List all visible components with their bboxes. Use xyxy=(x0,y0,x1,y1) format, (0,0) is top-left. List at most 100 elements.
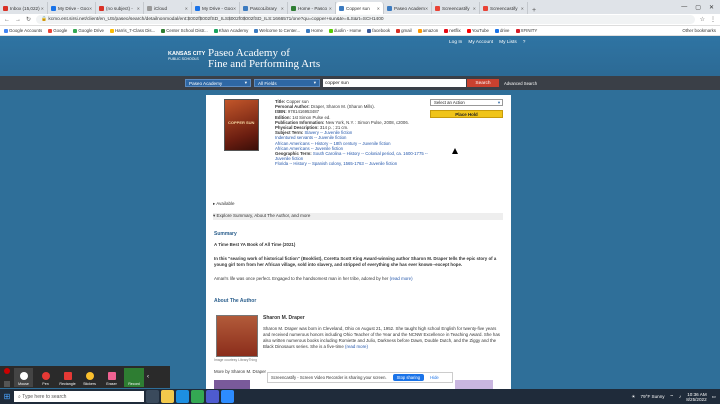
pause-icon[interactable] xyxy=(4,380,10,387)
tab-close-icon[interactable]: ✕ xyxy=(473,6,476,11)
search-button[interactable]: Search xyxy=(467,79,499,87)
tab-close-icon[interactable]: ✕ xyxy=(41,6,44,11)
hide-button[interactable]: Hide xyxy=(430,375,439,380)
log-in-link[interactable]: Log In xyxy=(449,40,462,45)
eraser-tool[interactable]: Eraser xyxy=(102,368,121,387)
file-explorer-icon[interactable] xyxy=(161,390,174,403)
mouse-tool[interactable]: Mouse xyxy=(14,367,33,387)
other-bookmarks[interactable]: Other bookmarks xyxy=(682,28,716,33)
collapse-icon[interactable]: ‹ xyxy=(147,374,149,380)
field-select[interactable]: All Fields ▾ xyxy=(254,79,320,87)
bookmark-item[interactable]: Khan Academy xyxy=(213,28,248,33)
library-select[interactable]: Paseo Academy ▾ xyxy=(185,79,251,87)
browser-tab[interactable]: iCloud ✕ xyxy=(144,2,192,14)
pen-tool[interactable]: Pen xyxy=(36,368,55,387)
stop-sharing-button[interactable]: Stop sharing xyxy=(392,374,425,381)
browser-tab[interactable]: Home - Pasco ✕ xyxy=(288,2,336,14)
tab-close-icon[interactable]: ✕ xyxy=(425,6,428,11)
search-input[interactable]: copper sun xyxy=(323,79,466,87)
tab-close-icon[interactable]: ✕ xyxy=(329,6,332,11)
bookmark-item[interactable]: Google Drive xyxy=(73,28,104,33)
browser-tab[interactable]: PascoLibrary ✕ xyxy=(240,2,288,14)
bookmark-item[interactable]: Welcome to Center... xyxy=(254,28,300,33)
windows-start-icon[interactable]: ⊞ xyxy=(0,389,14,404)
reload-icon[interactable]: ↻ xyxy=(26,16,31,23)
browser-tab[interactable]: My Drive - Goo ✕ xyxy=(192,2,240,14)
bookmark-item[interactable]: netflix xyxy=(444,28,461,33)
bookmark-label: netflix xyxy=(449,28,461,33)
bookmark-item[interactable]: Home xyxy=(306,28,323,33)
browser-tab[interactable]: Screencastify ✕ xyxy=(432,2,480,14)
available-toggle[interactable]: ▸ Available xyxy=(213,201,234,207)
bookmark-item[interactable]: amazon xyxy=(417,28,438,33)
browser-tab[interactable]: Paseo Academ ✕ xyxy=(384,2,432,14)
browser-tab[interactable]: Copper sun ✕ xyxy=(336,2,384,14)
speaker-icon[interactable]: ♪ xyxy=(679,394,681,399)
bookmark-item[interactable]: Harris_7-Class Dis... xyxy=(110,28,155,33)
task-view-icon[interactable] xyxy=(146,390,159,403)
read-more-link[interactable]: (read more) xyxy=(390,276,413,281)
book-cover[interactable]: COPPER SUN xyxy=(224,99,259,151)
record-button[interactable]: Record xyxy=(124,367,144,387)
bookmark-item[interactable]: Google Accounts xyxy=(4,28,42,33)
edge-icon[interactable] xyxy=(176,390,189,403)
tab-close-icon[interactable]: ✕ xyxy=(281,6,284,11)
url-field[interactable]: 🔒 kcmo.ent.sirsi.net/client/en_US/paseo/… xyxy=(36,15,695,24)
star-icon[interactable]: ☆ xyxy=(700,16,705,23)
teams-icon[interactable] xyxy=(206,390,219,403)
tab-close-icon[interactable]: ✕ xyxy=(89,6,92,11)
my-lists-link[interactable]: My Lists xyxy=(499,40,517,45)
bookmark-label: Center School Distr... xyxy=(166,28,208,33)
bookmark-item[interactable]: YouTube xyxy=(466,28,489,33)
rectangle-tool[interactable]: Rectangle xyxy=(58,368,77,387)
tab-close-icon[interactable]: ✕ xyxy=(377,6,380,11)
bookmark-item[interactable]: duolin - Home xyxy=(328,28,361,33)
browser-tab[interactable]: My Drive - Goo ✕ xyxy=(48,2,96,14)
chrome-icon[interactable] xyxy=(191,390,204,403)
notifications-icon[interactable]: ▭ xyxy=(712,394,716,400)
mouse-cursor xyxy=(452,148,458,154)
explore-toggle[interactable]: ▾ Explore Summary, About The Author, and… xyxy=(213,213,503,220)
zoom-icon[interactable] xyxy=(221,390,234,403)
action-select[interactable]: Select an Action ▾ xyxy=(430,99,503,106)
close-icon[interactable]: ✕ xyxy=(709,4,714,11)
tab-close-icon[interactable]: ✕ xyxy=(233,6,236,11)
tab-close-icon[interactable]: ✕ xyxy=(137,6,140,11)
geo-link[interactable]: Florida -- History -- Spanish colony, 15… xyxy=(275,161,435,166)
tab-favicon-icon xyxy=(243,5,248,11)
stickers-tool[interactable]: Stickers xyxy=(80,368,99,387)
bookmark-item[interactable]: XFINITY xyxy=(515,28,537,33)
author-read-more-link[interactable]: (read more) xyxy=(345,344,368,349)
tab-close-icon[interactable]: ✕ xyxy=(521,6,524,11)
browser-tab[interactable]: Inbox (15,022) ✕ xyxy=(0,2,48,14)
clock[interactable]: 10:36 AM 8/25/2022 xyxy=(686,392,706,402)
bookmark-item[interactable]: gmail xyxy=(396,28,412,33)
help-icon[interactable]: ? xyxy=(523,40,526,45)
new-tab-button[interactable]: + xyxy=(528,7,540,14)
bookmark-item[interactable]: Google xyxy=(48,28,67,33)
maximize-icon[interactable]: ▢ xyxy=(695,4,701,11)
bookmark-item[interactable]: Center School Distr... xyxy=(161,28,208,33)
minimize-icon[interactable]: — xyxy=(681,4,687,10)
bookmark-label: Google Accounts xyxy=(9,28,43,33)
my-account-link[interactable]: My Account xyxy=(468,40,493,45)
weather-icon[interactable]: ☀ xyxy=(631,394,635,400)
forward-icon[interactable]: → xyxy=(15,17,21,23)
taskbar-search-placeholder: Type here to search xyxy=(22,393,67,400)
wifi-icon[interactable]: ⌔ xyxy=(670,394,674,400)
bookmark-item[interactable]: facebook xyxy=(367,28,390,33)
browser-tab[interactable]: (no subject) - ✕ xyxy=(96,2,144,14)
back-icon[interactable]: ← xyxy=(4,17,10,23)
bookmark-item[interactable]: drive xyxy=(494,28,510,33)
kcps-logo[interactable]: KANSAS CITY PUBLIC SCHOOLS xyxy=(168,51,205,62)
record-dot-icon[interactable] xyxy=(4,367,10,374)
taskbar: ⊞ ⌕ Type here to search xyxy=(0,389,720,404)
taskbar-search[interactable]: ⌕ Type here to search xyxy=(14,391,144,402)
tab-label: Paseo Academ xyxy=(394,5,425,11)
browser-tab[interactable]: Screencastify ✕ xyxy=(480,2,528,14)
advanced-search-link[interactable]: Advanced Search xyxy=(504,81,537,86)
window-controls: — ▢ ✕ xyxy=(681,0,720,14)
menu-icon[interactable]: ⋮ xyxy=(710,16,716,23)
place-hold-button[interactable]: Place Hold xyxy=(430,110,503,118)
tab-close-icon[interactable]: ✕ xyxy=(185,6,188,11)
